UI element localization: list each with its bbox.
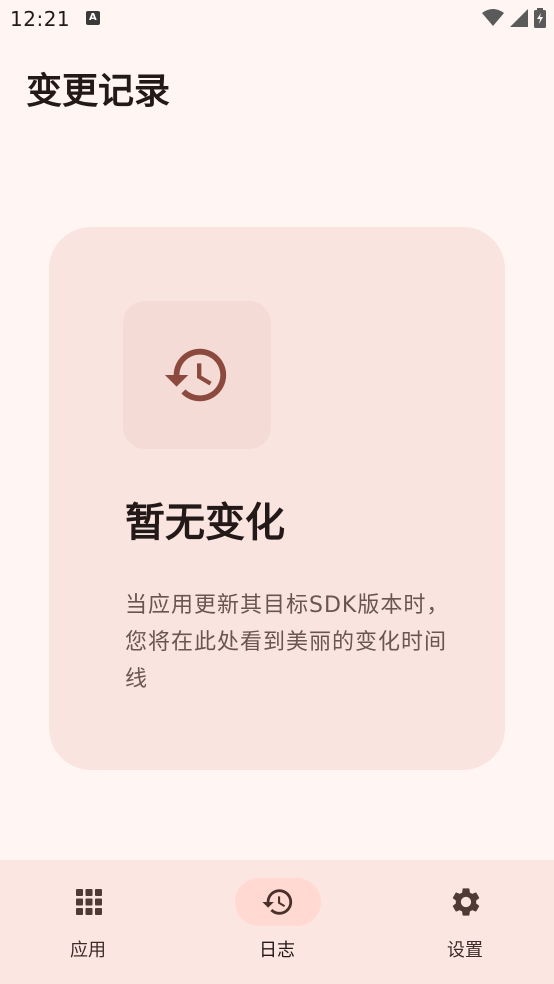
nav-item-settings[interactable]: 设置: [395, 860, 535, 984]
history-icon: [262, 889, 293, 915]
nav-item-log[interactable]: 日志: [207, 860, 347, 984]
empty-state-icon-tile: [123, 301, 271, 449]
nav-pill-settings: [423, 878, 509, 926]
gear-icon: [452, 888, 480, 916]
nav-item-apps[interactable]: 应用: [18, 860, 158, 984]
status-icons: [482, 8, 546, 28]
nav-label-log: 日志: [259, 940, 295, 961]
apps-grid-icon: [76, 889, 102, 915]
nav-label-settings: 设置: [447, 940, 483, 961]
cell-signal-icon: [510, 9, 528, 27]
page-title: 变更记录: [26, 71, 171, 112]
bottom-navigation: 应用 日志 设置: [0, 860, 554, 984]
nav-pill-log: [235, 878, 321, 926]
nav-label-apps: 应用: [70, 940, 106, 961]
notification-icon: A: [86, 11, 100, 25]
status-time: 12:21: [10, 7, 71, 31]
empty-state-description: 当应用更新其目标SDK版本时，您将在此处看到美丽的变化时间线: [125, 593, 450, 692]
status-bar: 12:21 A: [0, 0, 554, 38]
history-icon: [164, 348, 227, 402]
empty-state-title: 暂无变化: [125, 500, 285, 546]
wifi-icon: [482, 9, 504, 26]
empty-state-card: 暂无变化 当应用更新其目标SDK版本时，您将在此处看到美丽的变化时间线: [49, 227, 505, 770]
battery-charging-icon: [534, 8, 546, 28]
nav-pill-apps: [46, 878, 132, 926]
